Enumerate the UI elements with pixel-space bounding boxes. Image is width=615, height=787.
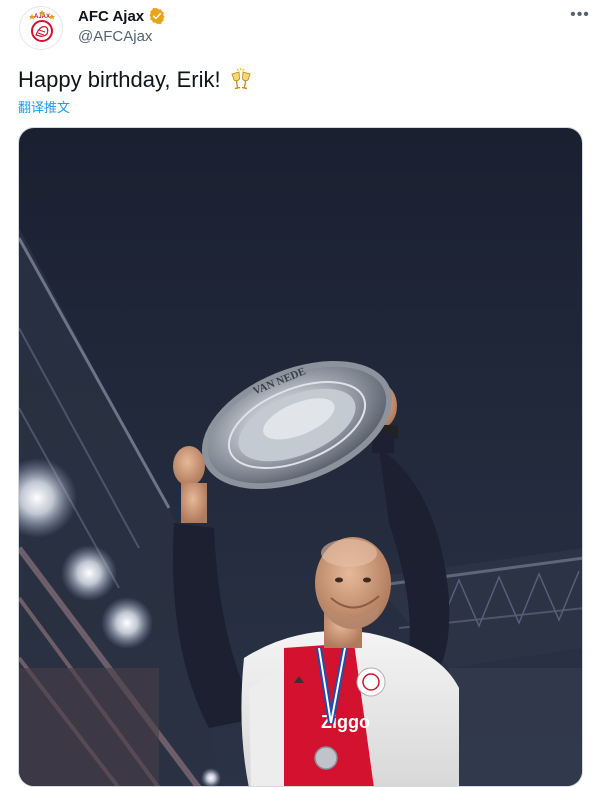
ajax-logo-icon: AJAX <box>22 9 62 49</box>
verified-badge-icon <box>148 7 166 25</box>
name-row: AFC Ajax <box>78 6 166 26</box>
tweet-photo[interactable]: VAN NEDE Ziggo <box>18 127 583 787</box>
more-options-icon[interactable]: ••• <box>567 4 593 26</box>
tweet-text: Happy birthday, Erik! <box>18 67 221 92</box>
author-block: AFC Ajax @AFCAjax <box>78 6 166 45</box>
clinking-glasses-icon <box>227 66 255 94</box>
svg-text:AJAX: AJAX <box>34 14 50 20</box>
tweet-card: AJAX AFC Ajax @AFCAjax ••• Happy birthda… <box>0 0 615 787</box>
translate-tweet-link[interactable]: 翻译推文 <box>18 97 70 116</box>
display-name[interactable]: AFC Ajax <box>78 8 144 25</box>
tweet-body: Happy birthday, Erik! <box>18 66 255 94</box>
avatar[interactable]: AJAX <box>19 6 63 50</box>
trophy-celebration-photo: VAN NEDE Ziggo <box>19 128 582 786</box>
user-handle[interactable]: @AFCAjax <box>78 28 166 45</box>
